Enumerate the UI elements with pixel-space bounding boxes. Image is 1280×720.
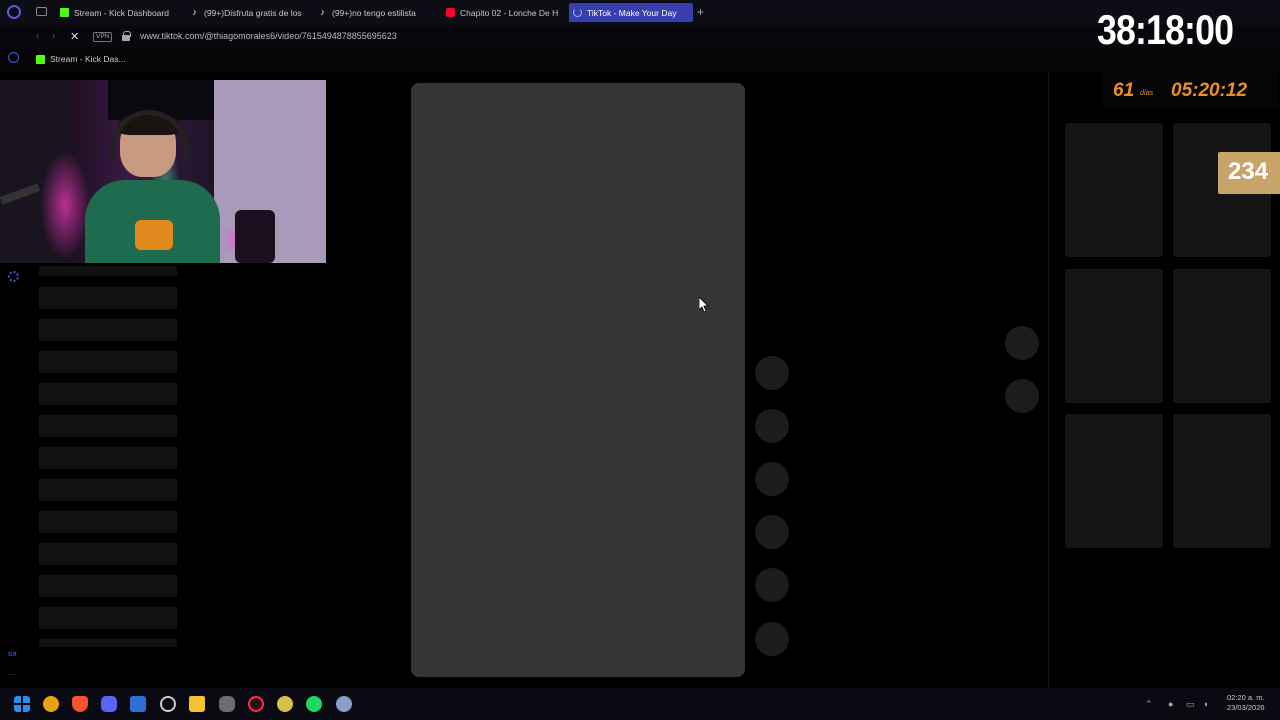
list-item-placeholder <box>39 447 177 469</box>
list-item-placeholder <box>39 287 177 309</box>
gamepad-icon[interactable] <box>219 696 235 712</box>
list-item-placeholder <box>39 479 177 501</box>
action-button-placeholder[interactable] <box>755 515 789 549</box>
loading-icon <box>573 8 582 17</box>
action-button-placeholder[interactable] <box>755 356 789 390</box>
counter-badge: 234 <box>1218 152 1280 194</box>
grid-item-placeholder[interactable] <box>1173 269 1271 403</box>
vpn-badge[interactable]: VPN <box>93 32 113 42</box>
list-item-placeholder <box>39 415 177 437</box>
list-item-placeholder <box>39 319 177 341</box>
tab-label: (99+)no tengo estilista <box>332 7 416 18</box>
microsoft-store-icon[interactable] <box>130 696 146 712</box>
webcam-chair <box>235 210 275 263</box>
tab-tiktok-2[interactable]: ♪ (99+)no tengo estilista <box>314 3 432 22</box>
list-item-placeholder <box>39 383 177 405</box>
stream-timer: 38:18:00 <box>1097 6 1234 53</box>
tray-expand-icon[interactable]: ⌃ <box>1145 699 1153 710</box>
webcam-led-light <box>40 150 90 260</box>
obs-studio-icon[interactable] <box>160 696 176 712</box>
settings-app-icon[interactable] <box>336 696 352 712</box>
stop-loading-icon[interactable]: ✕ <box>70 30 79 43</box>
countdown-overlay: 61 días 05:20:12 <box>1103 72 1278 108</box>
forward-icon[interactable]: › <box>52 31 55 42</box>
next-video-button[interactable] <box>1005 379 1039 413</box>
previous-video-button[interactable] <box>1005 326 1039 360</box>
list-item-placeholder <box>39 351 177 373</box>
back-icon[interactable]: ‹ <box>36 31 39 42</box>
webcam-shirt-logo <box>135 220 173 250</box>
tab-label: Stream - Kick Dashboard <box>74 7 169 18</box>
webcam-overlay <box>0 80 326 263</box>
action-button-placeholder[interactable] <box>755 462 789 496</box>
browser-tab-bar: Stream - Kick Dashboard ♪ (99+)Disfruta … <box>0 0 1280 25</box>
app-icon[interactable] <box>277 696 293 712</box>
countdown-days: 61 <box>1113 80 1135 101</box>
tab-label: TikTok - Make Your Day <box>587 7 677 18</box>
history-icon[interactable] <box>8 52 19 63</box>
grid-item-placeholder[interactable] <box>1065 414 1163 548</box>
list-item-placeholder <box>39 266 177 276</box>
opera-logo-icon[interactable] <box>7 5 21 19</box>
youtube-icon <box>446 8 455 17</box>
tiktok-icon: ♪ <box>192 7 197 17</box>
list-item-placeholder <box>39 511 177 533</box>
clock-time: 02:20 a. m. <box>1227 693 1265 702</box>
bookmark-kick-dashboard[interactable]: Stream - Kick Das... <box>36 54 126 64</box>
grid-item-placeholder[interactable] <box>1065 123 1163 257</box>
tab-tiktok-1[interactable]: ♪ (99+)Disfruta gratis de los <box>186 3 304 22</box>
webcam-mic-arm <box>0 183 41 205</box>
grid-item-placeholder[interactable] <box>1173 414 1271 548</box>
tab-kick-dashboard[interactable]: Stream - Kick Dashboard <box>56 3 180 22</box>
action-button-placeholder[interactable] <box>755 568 789 602</box>
tiktok-icon: ♪ <box>320 7 325 17</box>
video-player-placeholder[interactable] <box>411 83 745 677</box>
spotify-icon[interactable] <box>306 696 322 712</box>
volume-icon[interactable]: ◖ <box>1203 699 1208 709</box>
tab-tiktok-active[interactable]: TikTok - Make Your Day <box>569 3 693 22</box>
list-item-placeholder <box>39 607 177 629</box>
tab-islands-icon[interactable] <box>36 7 47 16</box>
lock-icon[interactable] <box>122 31 131 41</box>
address-bar: ‹ › ✕ VPN www.tiktok.com/@thiagomorales6… <box>0 25 1280 49</box>
kick-icon <box>36 54 45 64</box>
file-explorer-icon[interactable] <box>189 696 205 712</box>
gx-icon[interactable]: GX <box>8 652 17 658</box>
tab-youtube[interactable]: Chapito 02 - Lonche De H <box>442 3 560 22</box>
bookmarks-bar: Stream - Kick Das... <box>0 49 1280 71</box>
countdown-days-label: días <box>1140 90 1154 97</box>
kick-icon <box>60 8 69 17</box>
system-clock[interactable]: 02:20 a. m. 23/03/2026 <box>1227 693 1265 713</box>
action-button-placeholder[interactable] <box>755 409 789 443</box>
brave-browser-icon[interactable] <box>72 696 88 712</box>
list-item-placeholder <box>39 575 177 597</box>
grid-item-placeholder[interactable] <box>1065 269 1163 403</box>
discord-icon[interactable] <box>101 696 117 712</box>
microphone-icon[interactable]: ● <box>1168 699 1173 709</box>
tab-label: (99+)Disfruta gratis de los <box>204 7 302 18</box>
bookmark-label: Stream - Kick Das... <box>50 54 126 64</box>
coin-app-icon[interactable] <box>43 696 59 712</box>
column-divider <box>1048 71 1049 688</box>
action-button-placeholder[interactable] <box>755 622 789 656</box>
settings-icon[interactable] <box>8 271 19 282</box>
screen: Stream - Kick Dashboard ♪ (99+)Disfruta … <box>0 0 1280 720</box>
list-item-placeholder <box>39 639 177 647</box>
start-menu-icon[interactable] <box>14 696 30 712</box>
more-icon[interactable]: ··· <box>8 670 16 679</box>
url-field[interactable]: www.tiktok.com/@thiagomorales6/video/761… <box>140 31 397 41</box>
windows-taskbar: ⌃ ● ▭ ◖ 02:20 a. m. 23/03/2026 <box>0 688 1280 720</box>
clock-date: 23/03/2026 <box>1227 703 1265 712</box>
network-icon[interactable]: ▭ <box>1186 699 1195 710</box>
counter-value: 234 <box>1228 158 1269 185</box>
opera-gx-icon[interactable] <box>248 696 264 712</box>
list-item-placeholder <box>39 543 177 565</box>
new-tab-button[interactable]: + <box>697 5 704 19</box>
countdown-time: 05:20:12 <box>1171 80 1248 101</box>
tab-label: Chapito 02 - Lonche De H <box>460 7 559 18</box>
